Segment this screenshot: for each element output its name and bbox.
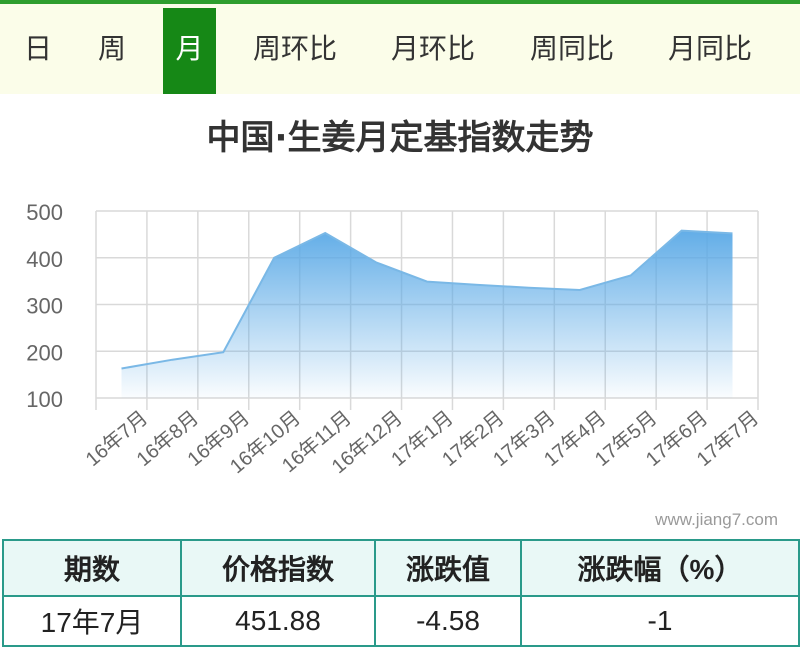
index-summary-table: 期数 价格指数 涨跌值 涨跌幅（%） 17年7月 451.88 -4.58 -1 — [2, 539, 800, 647]
cell-price-index: 451.88 — [180, 595, 376, 647]
index-area-chart: 10020030040050016年7月16年8月16年9月16年10月16年1… — [26, 200, 763, 478]
y-tick-label: 200 — [26, 340, 63, 365]
period-tab-bar: 日 周 月 周环比 月环比 周同比 月同比 — [0, 0, 800, 94]
header-period: 期数 — [2, 539, 182, 597]
chart-title: 中国·生姜月定基指数走势 — [206, 118, 594, 158]
y-tick-label: 400 — [26, 247, 63, 272]
header-price-index: 价格指数 — [180, 539, 376, 597]
table-row: 17年7月 451.88 -4.58 -1 — [2, 595, 800, 647]
tab-month[interactable]: 月 — [163, 8, 216, 94]
tab-month-year-on-year[interactable]: 月同比 — [660, 8, 760, 94]
header-change-value: 涨跌值 — [374, 539, 522, 597]
header-change-percent: 涨跌幅（%） — [520, 539, 800, 597]
tab-month-on-month[interactable]: 月环比 — [383, 8, 483, 94]
table-header-row: 期数 价格指数 涨跌值 涨跌幅（%） — [2, 539, 800, 597]
series-area — [121, 230, 733, 398]
y-tick-label: 500 — [26, 200, 63, 225]
tab-week-year-on-year[interactable]: 周同比 — [522, 8, 622, 94]
watermark: www.jiang7.com — [655, 510, 778, 529]
cell-change-percent: -1 — [520, 595, 800, 647]
tab-week-on-week[interactable]: 周环比 — [245, 8, 345, 94]
y-tick-label: 300 — [26, 294, 63, 319]
tab-week[interactable]: 周 — [88, 8, 136, 94]
cell-change-value: -4.58 — [374, 595, 522, 647]
y-tick-label: 100 — [26, 387, 63, 412]
tab-day[interactable]: 日 — [14, 8, 62, 94]
cell-period: 17年7月 — [2, 595, 182, 647]
